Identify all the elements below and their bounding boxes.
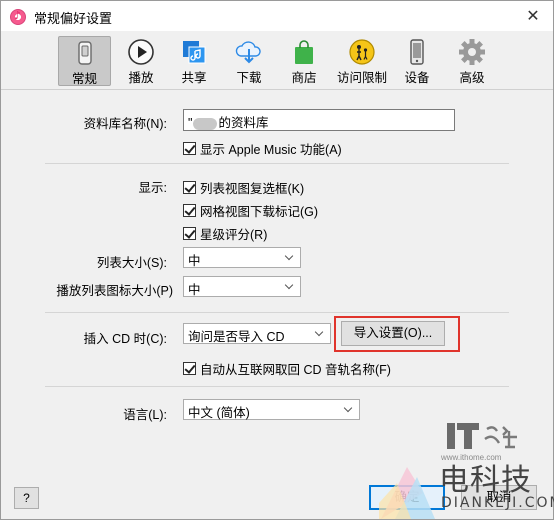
tab-label: 常规 [71,72,97,86]
list-view-checkboxes-checkbox[interactable] [183,181,196,194]
help-button[interactable]: ? [14,487,39,509]
grid-download-badges-label: 网格视图下载标记(G) [200,205,319,219]
list-view-checkboxes-label: 列表视图复选框(K) [200,182,305,196]
display-label: 显示: [138,181,167,195]
insert-cd-select[interactable]: 询问是否导入 CD [183,323,331,344]
show-apple-music-row[interactable]: 显示 Apple Music 功能(A) [183,139,342,158]
library-name-input[interactable]: " 的资料库 [183,109,455,131]
star-ratings-label: 星级评分(R) [200,228,268,242]
preferences-toolbar: 常规 播放 共享 下载 商店 访问限制 设备 高级 [1,31,553,89]
tab-label: 播放 [128,71,154,85]
playlist-icon-size-value: 中 [188,283,201,297]
auto-retrieve-cd-names-checkbox[interactable] [183,362,196,375]
grid-download-badges-checkbox[interactable] [183,204,196,217]
tab-label: 下载 [236,71,262,85]
show-apple-music-label: 显示 Apple Music 功能(A) [200,143,342,157]
itunes-app-icon [10,9,26,25]
tab-downloads[interactable]: 下载 [227,36,271,86]
library-name-suffix: 的资料库 [218,116,269,130]
star-ratings-row[interactable]: 星级评分(R) [183,224,267,243]
insert-cd-value: 询问是否导入 CD [188,330,285,344]
tab-advanced[interactable]: 高级 [450,36,494,86]
annotation-highlight-box [334,316,460,352]
play-icon [127,38,155,66]
tab-general[interactable]: 常规 [58,36,111,86]
grid-download-badges-row[interactable]: 网格视图下载标记(G) [183,201,318,220]
playlist-icon-size-label: 播放列表图标大小(P) [56,284,173,298]
playlist-icon-size-select[interactable]: 中 [183,276,301,297]
tab-label: 商店 [291,71,317,85]
tab-devices[interactable]: 设备 [397,36,437,86]
chevron-down-icon [284,250,296,264]
auto-retrieve-cd-names-row[interactable]: 自动从互联网取回 CD 音轨名称(F) [183,359,391,378]
chevron-down-icon [284,279,296,293]
download-icon [235,38,263,66]
language-select[interactable]: 中文 (简体) [183,399,360,420]
tab-restrictions[interactable]: 访问限制 [335,36,389,86]
list-size-select[interactable]: 中 [183,247,301,268]
section-divider [45,386,509,387]
chevron-down-icon [314,326,326,340]
library-name-prefix: " [188,116,193,130]
toolbar-divider [1,89,553,90]
show-apple-music-checkbox[interactable] [183,142,196,155]
tab-store[interactable]: 商店 [282,36,326,86]
language-label: 语言(L): [123,408,167,422]
tab-label: 访问限制 [336,71,387,85]
restrictions-icon [348,38,376,66]
tab-label: 设备 [404,71,430,85]
title-bar: 常规偏好设置 ✕ [1,1,553,31]
redacted-name [193,117,218,130]
store-bag-icon [290,38,318,66]
gear-icon [458,38,486,66]
dianke-watermark-url: DIANKEJI.COM [441,495,554,511]
tab-sharing[interactable]: 共享 [172,36,216,86]
tab-label: 共享 [181,71,207,85]
insert-cd-label: 插入 CD 时(C): [83,332,167,346]
preferences-window: 常规偏好设置 ✕ 常规 播放 [0,0,554,520]
device-icon [403,38,431,66]
language-value: 中文 (简体) [188,406,250,420]
close-button[interactable]: ✕ [523,6,543,26]
library-name-label: 资料库名称(N): [83,117,167,131]
tab-label: 高级 [459,71,485,85]
tab-playback[interactable]: 播放 [119,36,163,86]
list-size-label: 列表大小(S): [96,256,167,270]
general-icon [71,39,99,67]
star-ratings-checkbox[interactable] [183,227,196,240]
list-view-checkboxes-row[interactable]: 列表视图复选框(K) [183,178,304,197]
dianke-watermark-text: 电科技 [439,463,532,498]
auto-retrieve-cd-names-label: 自动从互联网取回 CD 音轨名称(F) [200,363,391,377]
list-size-value: 中 [188,254,201,268]
window-title: 常规偏好设置 [34,11,113,26]
chevron-down-icon [343,402,355,416]
section-divider [45,312,509,313]
sharing-icon [180,38,208,66]
section-divider [45,163,509,164]
